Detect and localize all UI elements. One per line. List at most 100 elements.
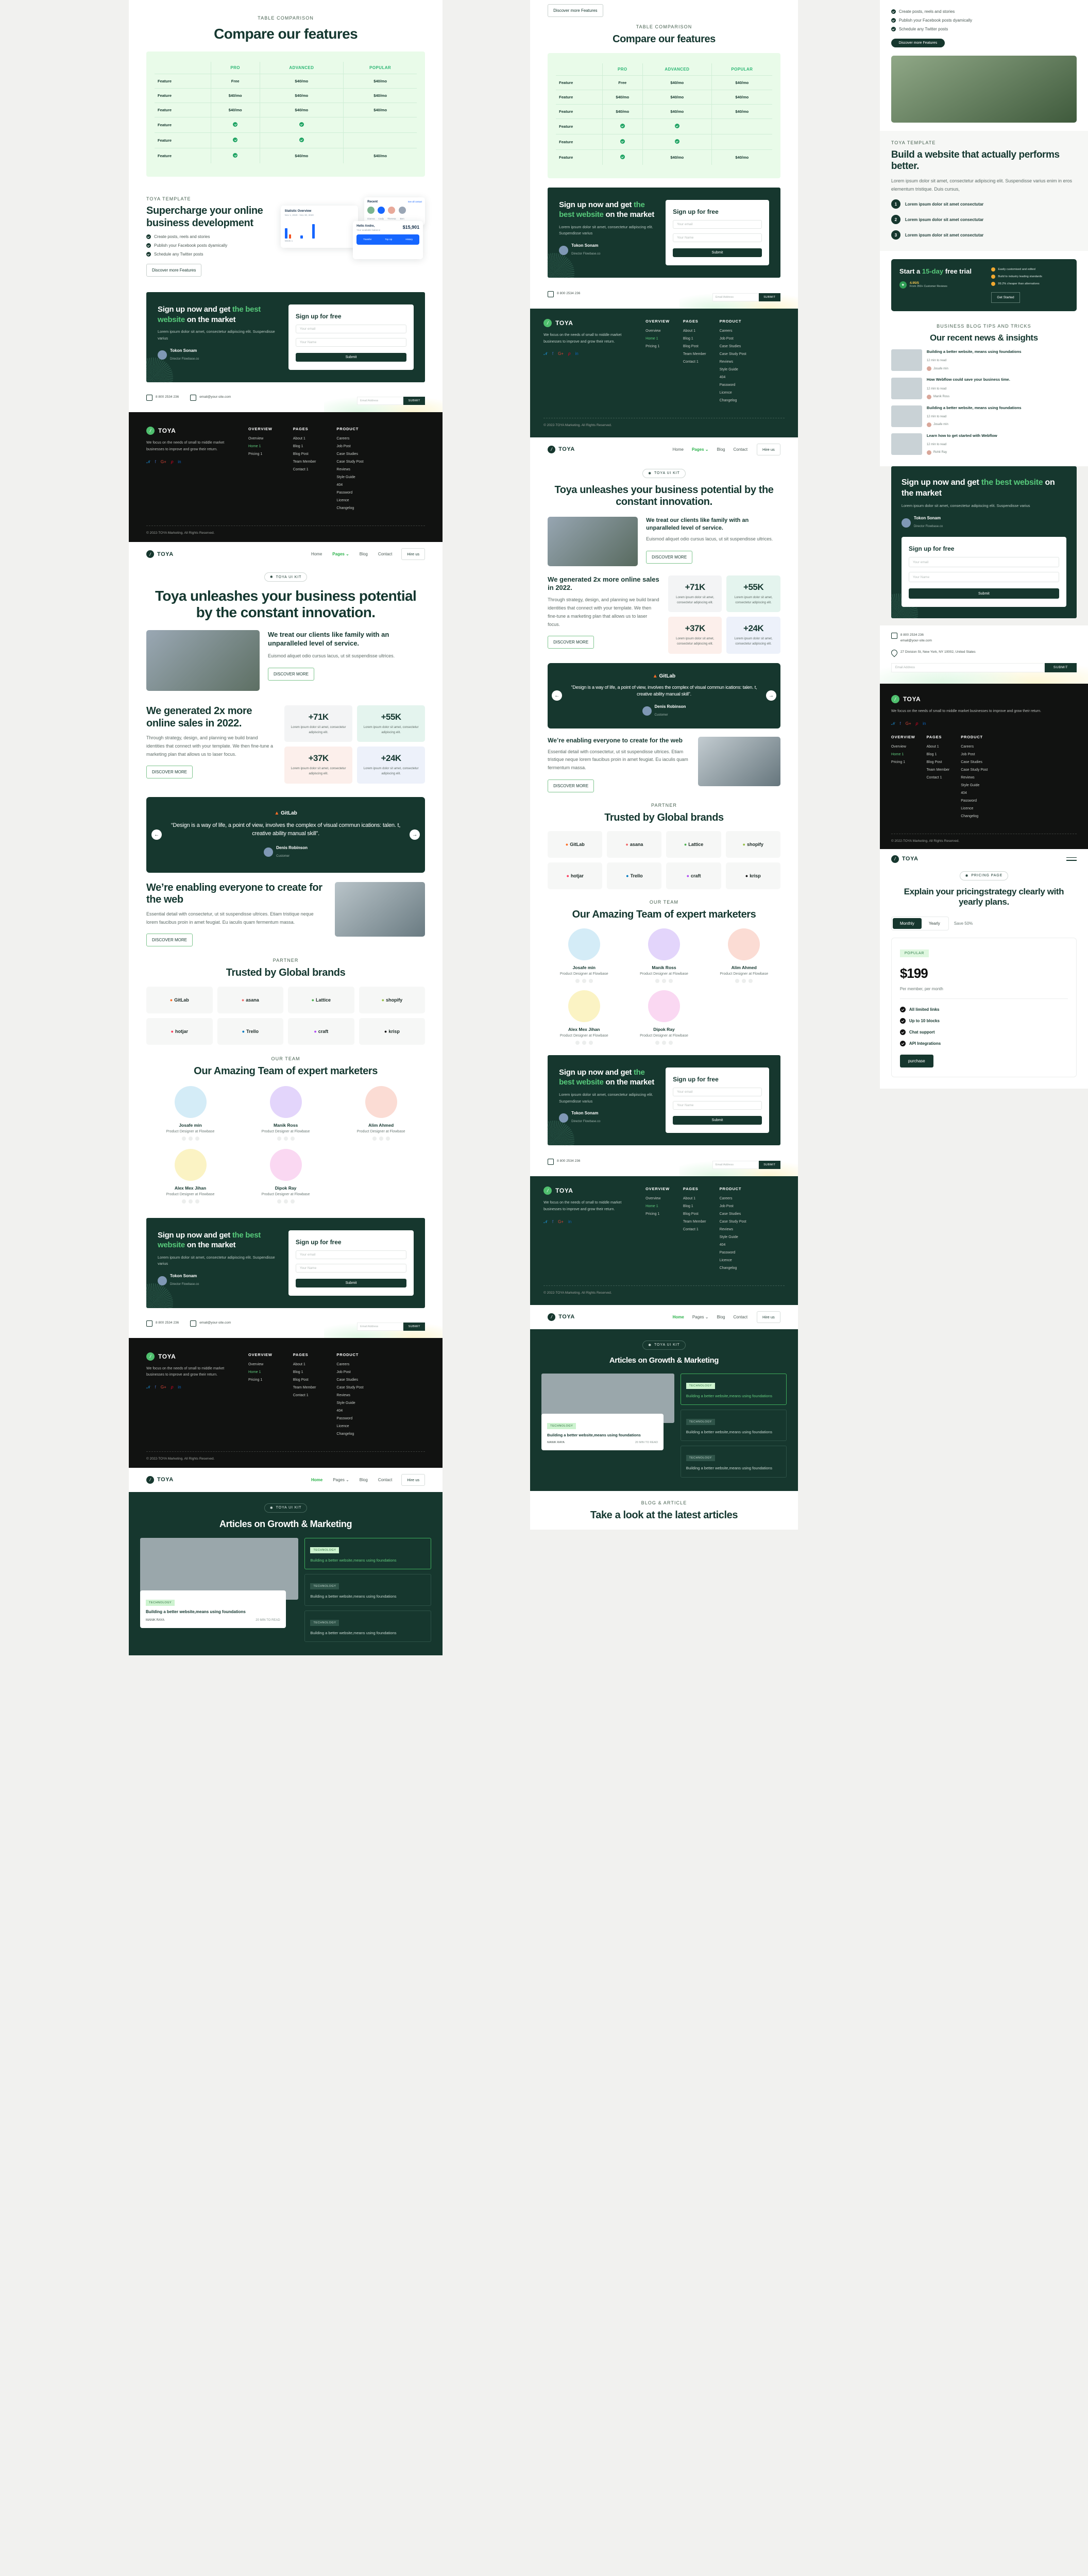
article-item[interactable]: TECHNOLOGY Building a better website,mean…: [304, 1574, 432, 1606]
footer-link[interactable]: Reviews: [961, 776, 988, 779]
facebook-icon[interactable]: [661, 1040, 666, 1045]
member-socials[interactable]: [548, 978, 620, 983]
article-item[interactable]: TECHNOLOGY Building a better website,mean…: [304, 1538, 432, 1570]
footer-link[interactable]: 404: [961, 791, 988, 795]
footer-link[interactable]: Blog Post: [683, 1212, 706, 1216]
name-field[interactable]: Your Name: [673, 233, 762, 242]
prev-button[interactable]: ←: [552, 690, 563, 701]
member-socials[interactable]: [242, 1136, 330, 1141]
footer-link[interactable]: Job Post: [336, 1370, 363, 1374]
footer-link[interactable]: Contact 1: [683, 1228, 706, 1231]
footer-link[interactable]: Reviews: [336, 1394, 363, 1397]
footer-link[interactable]: Style Guide: [336, 1401, 363, 1405]
footer-link[interactable]: Careers: [720, 329, 746, 333]
footer-link[interactable]: Overview: [248, 437, 273, 440]
contact-avatar[interactable]: Theresa: [387, 206, 396, 220]
footer-link[interactable]: Style Guide: [961, 784, 988, 787]
footer-link[interactable]: Home 1: [645, 337, 670, 341]
linkedin-icon[interactable]: in: [178, 460, 181, 465]
article-item[interactable]: TECHNOLOGY Building a better website,mean…: [680, 1373, 787, 1405]
nav-item-pages[interactable]: Pages ⌄: [692, 447, 709, 452]
footer-link[interactable]: Case Study Post: [336, 460, 363, 464]
facebook-icon[interactable]: f: [552, 1219, 553, 1225]
name-field[interactable]: Your Name: [295, 1263, 407, 1273]
nav-item-pages[interactable]: Pages ⌄: [692, 1315, 709, 1319]
footer-link[interactable]: About 1: [683, 1197, 706, 1200]
stats-discover-button[interactable]: DISCOVER MORE: [146, 766, 193, 779]
facebook-icon[interactable]: [582, 978, 586, 983]
google-plus-icon[interactable]: G+: [558, 351, 564, 357]
subscribe-input[interactable]: Email Address: [357, 397, 404, 405]
footer-link[interactable]: Licence: [336, 499, 363, 502]
facebook-icon[interactable]: [379, 1136, 383, 1141]
blog-item[interactable]: How Webflow could save your business tim…: [891, 377, 1077, 399]
footer-link[interactable]: Job Post: [961, 753, 988, 756]
see-all-contact-link[interactable]: See all contact: [408, 200, 422, 204]
footer-link[interactable]: Case Studies: [720, 345, 746, 348]
nav-item-pages[interactable]: Pages ⌄: [332, 552, 349, 556]
footer-link[interactable]: Blog 1: [293, 1370, 316, 1374]
hire-us-button[interactable]: Hire us: [757, 443, 780, 455]
twitter-icon[interactable]: 𝒩: [543, 1219, 548, 1225]
nav-item-contact[interactable]: Contact: [733, 1315, 747, 1319]
next-button[interactable]: →: [410, 829, 420, 840]
linkedin-icon[interactable]: in: [178, 1385, 181, 1390]
pinterest-icon[interactable]: 𝑝: [568, 351, 570, 357]
get-started-button[interactable]: Get Started: [991, 292, 1020, 303]
footer-link[interactable]: Team Member: [683, 352, 706, 356]
footer-link[interactable]: About 1: [927, 745, 950, 749]
google-plus-icon[interactable]: G+: [161, 460, 166, 465]
nav-item-contact[interactable]: Contact: [733, 447, 747, 452]
footer-link[interactable]: Style Guide: [720, 368, 746, 371]
facebook-icon[interactable]: f: [155, 460, 156, 465]
submit-button[interactable]: Submit: [908, 588, 1059, 599]
footer-link[interactable]: Blog 1: [927, 753, 950, 756]
member-socials[interactable]: [337, 1136, 425, 1141]
footer-link[interactable]: Job Post: [336, 445, 363, 448]
footer-link[interactable]: About 1: [293, 437, 316, 440]
twitter-icon[interactable]: [181, 1136, 186, 1141]
twitter-icon[interactable]: [277, 1199, 281, 1204]
footer-link[interactable]: Case Studies: [336, 1378, 363, 1382]
footer-link[interactable]: Password: [336, 491, 363, 495]
subscribe-submit[interactable]: SUBMIT: [758, 1160, 780, 1169]
footer-logo[interactable]: / TOYA: [146, 427, 234, 435]
email-field[interactable]: Your email: [673, 219, 762, 229]
footer-link[interactable]: Home 1: [248, 445, 273, 448]
name-field[interactable]: Your Name: [673, 1100, 762, 1110]
member-socials[interactable]: [708, 978, 780, 983]
contact-avatar[interactable]: Dianna: [367, 206, 375, 220]
footer-link[interactable]: Home 1: [248, 1370, 273, 1374]
footer-link[interactable]: Blog 1: [683, 1205, 706, 1208]
footer-link[interactable]: Licence: [720, 1259, 746, 1262]
next-button[interactable]: →: [766, 690, 776, 701]
subscribe-submit[interactable]: SUBMIT: [1045, 663, 1077, 672]
nav-item-home[interactable]: Home: [311, 1478, 322, 1482]
submit-button[interactable]: Submit: [673, 1115, 762, 1125]
footer-link[interactable]: Contact 1: [927, 776, 950, 779]
footer-link[interactable]: Changelog: [961, 815, 988, 818]
blog-item[interactable]: Building a better website, means using f…: [891, 349, 1077, 371]
footer-link[interactable]: Careers: [720, 1197, 746, 1200]
nav-item-home[interactable]: Home: [311, 552, 322, 556]
twitter-icon[interactable]: [277, 1136, 281, 1141]
footer-link[interactable]: Overview: [645, 329, 670, 333]
footer-link[interactable]: Overview: [891, 745, 915, 749]
footer-link[interactable]: Style Guide: [720, 1235, 746, 1239]
instagram-icon[interactable]: [749, 978, 753, 983]
footer-link[interactable]: Case Studies: [720, 1212, 746, 1216]
toggle-yearly[interactable]: Yearly: [922, 918, 947, 929]
subscribe-submit[interactable]: SUBMIT: [403, 397, 426, 405]
twitter-icon[interactable]: 𝒩: [543, 351, 548, 357]
purchase-button[interactable]: purchase: [899, 1055, 933, 1068]
email-field[interactable]: Your email: [295, 1250, 407, 1259]
footer-link[interactable]: Contact 1: [683, 360, 706, 364]
footer-link[interactable]: Licence: [961, 807, 988, 810]
footer-link[interactable]: Pricing 1: [248, 452, 273, 456]
email-field[interactable]: Your email: [908, 557, 1059, 568]
footer-link[interactable]: Case Studies: [336, 452, 363, 456]
footer-link[interactable]: 404: [720, 376, 746, 379]
twitter-icon[interactable]: 𝒩: [891, 721, 895, 726]
facebook-icon[interactable]: [742, 978, 746, 983]
contact-avatar[interactable]: Ben: [398, 206, 406, 220]
